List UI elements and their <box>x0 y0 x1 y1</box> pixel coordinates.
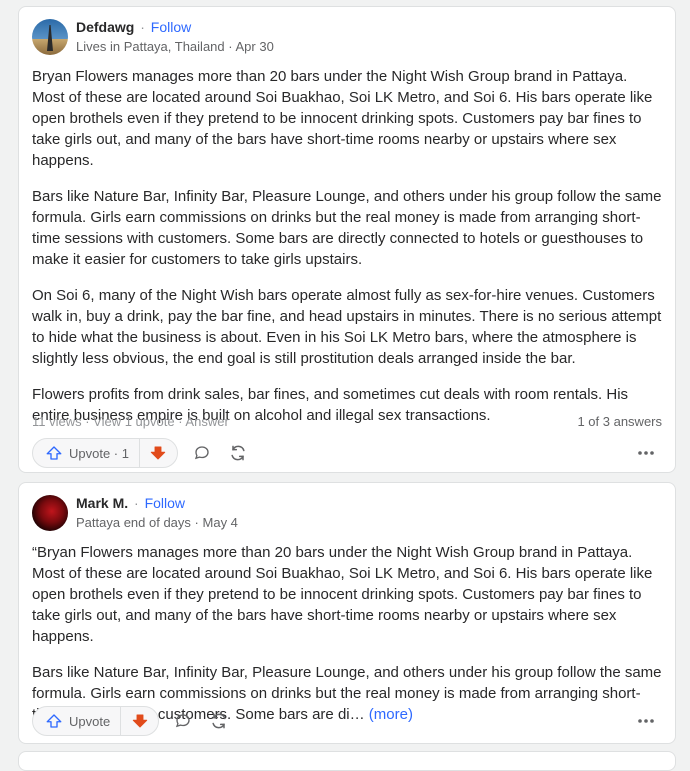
downvote-button[interactable] <box>121 707 158 735</box>
share-button[interactable] <box>207 709 231 733</box>
answer-card-partial <box>18 751 676 771</box>
separator-dot: · <box>134 495 139 511</box>
share-icon <box>212 713 226 729</box>
follow-button[interactable]: Follow <box>151 19 191 35</box>
author-credential[interactable]: Lives in Pattaya, Thailand <box>76 39 225 54</box>
more-options-button[interactable] <box>630 441 662 465</box>
upvote-icon <box>46 446 62 460</box>
action-bar: Upvote <box>32 706 662 736</box>
downvote-button[interactable] <box>140 439 177 467</box>
vote-group: Upvote <box>32 706 160 736</box>
share-icon <box>231 445 245 461</box>
answer-header: Mark M. · Follow Pattaya end of days · M… <box>32 494 238 532</box>
more-options-button[interactable] <box>630 709 662 733</box>
answer-date[interactable]: May 4 <box>203 515 238 530</box>
separator-dot: · <box>194 515 199 530</box>
comment-button[interactable] <box>190 441 214 465</box>
upvote-label: Upvote · 1 <box>69 445 129 461</box>
upvote-button[interactable]: Upvote · 1 <box>33 439 140 467</box>
answer-paragraph: On Soi 6, many of the Night Wish bars op… <box>32 287 662 367</box>
answer-date[interactable]: Apr 30 <box>236 39 274 54</box>
answer-paragraph: Bryan Flowers manages more than 20 bars … <box>32 68 653 169</box>
separator-dot: · <box>228 39 233 54</box>
upvote-button[interactable]: Upvote <box>33 707 122 735</box>
author-credential[interactable]: Pattaya end of days <box>76 515 191 530</box>
answer-meta: 11 views · View 1 upvote · Answer 1 of 3… <box>32 414 662 429</box>
comment-button[interactable] <box>171 709 195 733</box>
follow-button[interactable]: Follow <box>145 495 185 511</box>
answer-header: Defdawg · Follow Lives in Pattaya, Thail… <box>32 18 274 56</box>
vote-group: Upvote · 1 <box>32 438 178 468</box>
avatar[interactable] <box>32 495 68 531</box>
answer-stats[interactable]: 11 views · View 1 upvote · Answer <box>32 414 229 429</box>
downvote-icon <box>151 446 166 460</box>
separator-dot: · <box>140 19 145 35</box>
author-name[interactable]: Defdawg <box>76 19 134 35</box>
comment-icon <box>194 446 209 460</box>
upvote-label: Upvote <box>69 713 111 729</box>
answer-paragraph: “Bryan Flowers manages more than 20 bars… <box>32 544 653 645</box>
answer-position: 1 of 3 answers <box>577 414 662 429</box>
answer-paragraph: Bars like Nature Bar, Infinity Bar, Plea… <box>32 188 662 268</box>
share-button[interactable] <box>226 441 250 465</box>
answer-card: Defdawg · Follow Lives in Pattaya, Thail… <box>18 6 676 473</box>
upvote-icon <box>46 714 62 728</box>
comment-icon <box>176 714 190 728</box>
action-bar: Upvote · 1 <box>32 438 662 468</box>
author-name[interactable]: Mark M. <box>76 495 128 511</box>
answer-body: Bryan Flowers manages more than 20 bars … <box>32 66 662 441</box>
answer-card: Mark M. · Follow Pattaya end of days · M… <box>18 482 676 744</box>
more-options-icon <box>638 719 654 723</box>
avatar[interactable] <box>32 19 68 55</box>
more-options-icon <box>638 451 654 455</box>
downvote-icon <box>132 714 147 728</box>
